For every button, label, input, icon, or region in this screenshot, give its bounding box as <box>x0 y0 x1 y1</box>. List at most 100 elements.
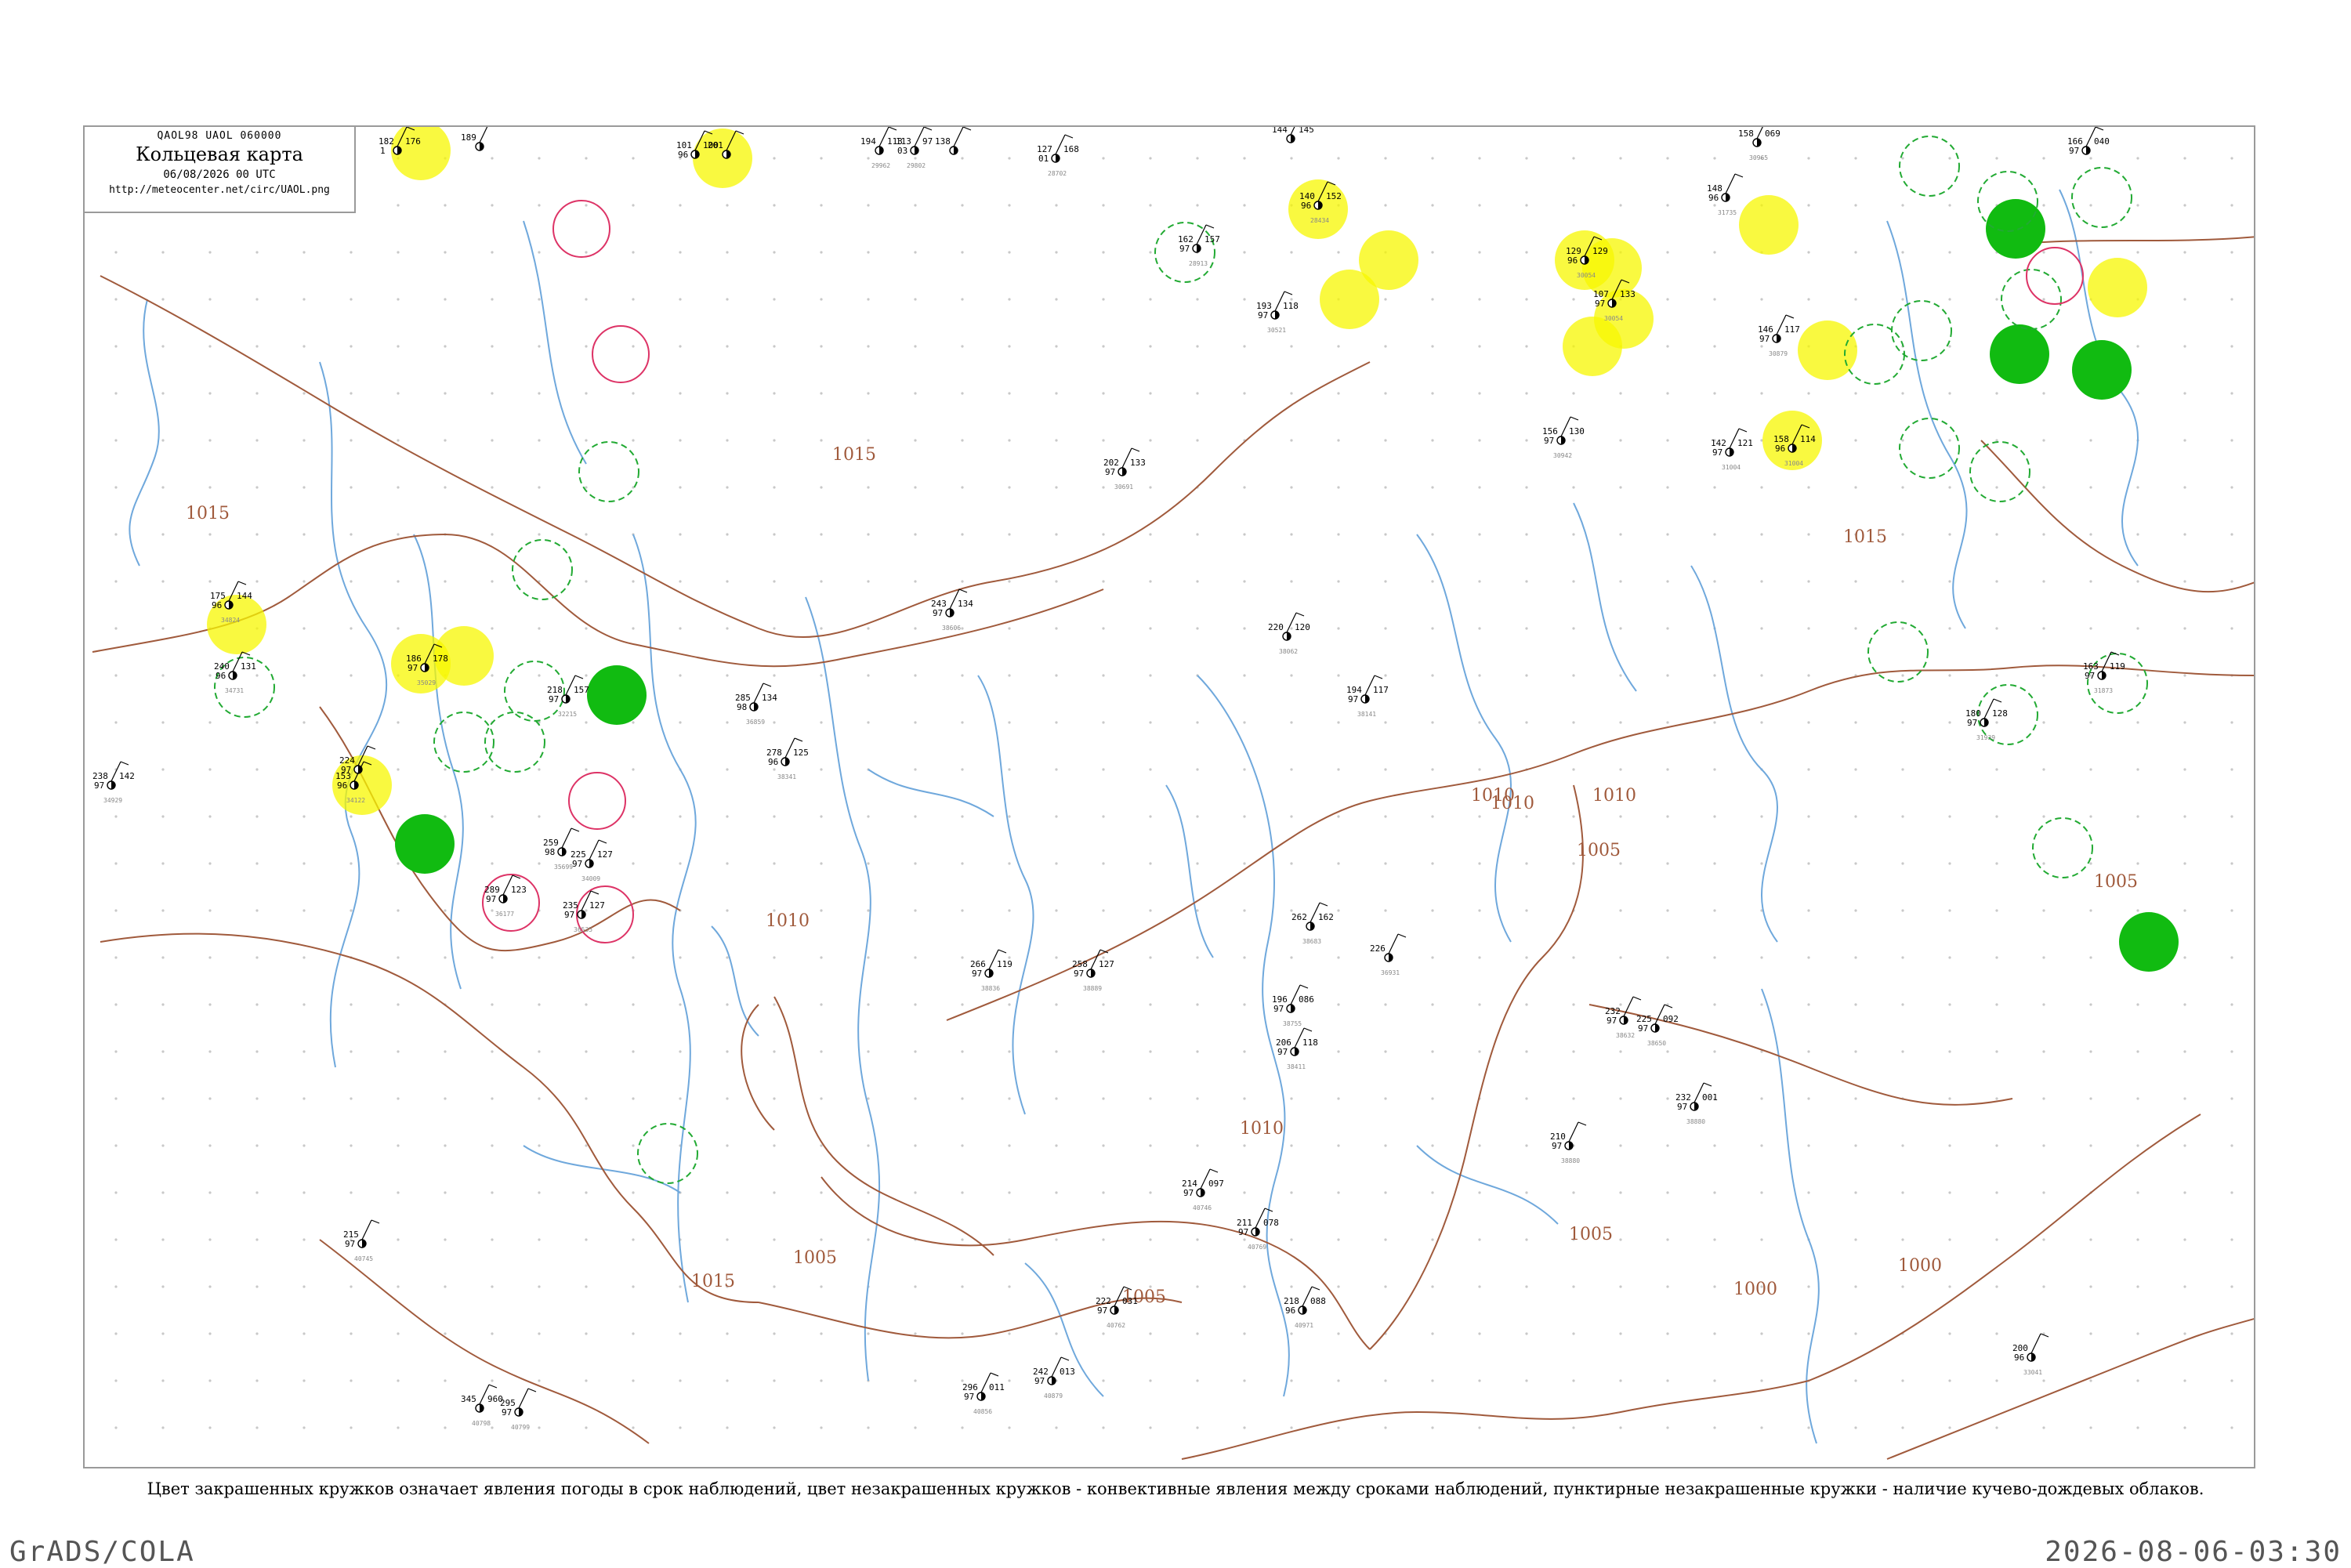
map-title: Кольцевая карта <box>136 143 303 165</box>
station-plot: 144 145 <box>1272 127 1314 143</box>
wind-barb-feather-icon <box>794 737 803 742</box>
station-t: 134 <box>762 693 777 703</box>
station-t: 133 <box>1130 458 1146 468</box>
station-tr: 96 <box>1567 255 1578 266</box>
grid-dots <box>114 157 2233 1429</box>
yellow-marker <box>1798 320 1857 380</box>
station-g: 38836 <box>981 985 1000 992</box>
wind-barb-feather-icon <box>962 127 972 131</box>
station-plot: 1939711830521 <box>1256 291 1299 334</box>
station-tr: 97 <box>1277 1047 1288 1057</box>
station-tr: 97 <box>1595 299 1605 309</box>
station-g: 38650 <box>1647 1040 1666 1047</box>
station-g: 38755 <box>1283 1020 1302 1027</box>
station-g: 30965 <box>1749 154 1768 161</box>
station-g: 30691 <box>1114 483 1133 491</box>
green-ring-marker <box>2001 269 2062 330</box>
station-g: 38889 <box>1083 985 1102 992</box>
isobar-label: 1005 <box>1569 1225 1613 1244</box>
isobar-label: 1000 <box>1898 1256 1942 1276</box>
pink-ring-marker <box>2026 247 2084 305</box>
station-tr: 96 <box>768 757 778 767</box>
station-plot: 2159740745 <box>343 1219 380 1262</box>
station-g: 38880 <box>1686 1118 1705 1125</box>
station-t: 157 <box>1204 234 1220 244</box>
isobar-label: 1015 <box>1843 527 1887 547</box>
wind-barb-feather-icon <box>367 745 376 750</box>
station-t: 119 <box>2110 661 2125 672</box>
station-t: 128 <box>1992 708 2008 719</box>
station-g: 36931 <box>1381 969 1400 976</box>
wind-barb-feather-icon <box>1374 675 1383 679</box>
station-g: 28913 <box>1189 260 1208 267</box>
station-plot: 2389714234929 <box>92 761 135 804</box>
station-plot: 194 11329962 <box>860 127 903 169</box>
station-g: 29962 <box>871 162 890 169</box>
station-tr: 96 <box>678 150 688 160</box>
wind-barb-feather-icon <box>1060 1356 1070 1361</box>
station-tr: 01 <box>1038 154 1049 164</box>
station-tr: 97 <box>1638 1023 1648 1034</box>
isobar-label: 1015 <box>832 445 876 465</box>
station-tr: 97 <box>933 608 943 618</box>
station-g: 34731 <box>225 687 244 694</box>
wind-barb-feather-icon <box>598 839 607 844</box>
green-ring-marker <box>1891 300 1952 361</box>
station-plot: 2009633041 <box>2012 1333 2049 1376</box>
station-t: 133 <box>1620 289 1636 299</box>
station-tr: 97 <box>1544 436 1554 446</box>
station-p: 189 <box>461 132 476 143</box>
station-tr: 97 <box>572 859 582 869</box>
wind-barb-feather-icon <box>1703 1082 1712 1087</box>
yellow-marker <box>2088 258 2147 317</box>
station-plot: 189 <box>461 127 488 151</box>
isobar-label: 1005 <box>2094 872 2138 892</box>
station-g: 38062 <box>1279 648 1298 655</box>
station-tr: 96 <box>1285 1305 1295 1316</box>
map-caption: Цвет закрашенных кружков означает явлени… <box>147 1479 2204 1498</box>
wind-barb-icon <box>479 127 488 143</box>
wind-barb-feather-icon <box>120 761 129 766</box>
wind-barb-icon <box>361 1219 372 1240</box>
isobar-label: 1015 <box>186 504 230 523</box>
station-g: 31735 <box>1718 209 1737 216</box>
wind-barb-feather-icon <box>1299 984 1309 989</box>
station-tr: 96 <box>212 600 222 610</box>
green-ring-marker <box>637 1123 698 1184</box>
station-t: 127 <box>589 900 605 911</box>
station-plot: 1429712131004 <box>1711 428 1753 471</box>
station-tr: 98 <box>737 702 747 712</box>
station-g: 38411 <box>1287 1063 1306 1070</box>
wind-barb-feather-icon <box>1064 134 1074 139</box>
wind-barb-feather-icon <box>1284 291 1293 295</box>
station-tr: 97 <box>94 780 104 791</box>
green-marker <box>2119 912 2179 972</box>
station-plot: 2069711838411 <box>1276 1027 1318 1070</box>
station-tr: 97 <box>1759 334 1770 344</box>
wind-barb-feather-icon <box>237 581 247 585</box>
wind-barb-feather-icon <box>1993 698 2002 703</box>
station-p: 345 <box>461 1394 476 1404</box>
station-tr: 97 <box>345 1239 355 1249</box>
station-t: 97 <box>922 136 933 147</box>
green-marker <box>2072 340 2132 400</box>
green-marker <box>1990 324 2049 384</box>
green-ring-marker <box>2032 817 2093 878</box>
station-t: 130 <box>1569 426 1585 436</box>
station-g: 35029 <box>417 679 436 686</box>
isobar-label: 1010 <box>1592 786 1636 806</box>
station-tr: 96 <box>1775 444 1785 454</box>
station-plot: 113039729802 <box>896 127 933 169</box>
wind-barb-feather-icon <box>1734 173 1744 178</box>
station-plot: 1949711738141 <box>1346 675 1389 718</box>
station-t: 152 <box>1326 191 1342 201</box>
station-g: 35699 <box>554 864 573 871</box>
wind-barb-feather-icon <box>998 949 1007 954</box>
green-ring-marker <box>1969 441 2030 502</box>
map-title-box: QAOL98 UAOL 060000 Кольцевая карта 06/08… <box>83 125 356 213</box>
wind-barb-feather-icon <box>590 890 600 895</box>
station-t: 118 <box>1302 1037 1318 1048</box>
wind-barb-feather-icon <box>1578 1121 1587 1126</box>
station-g: 31873 <box>2094 687 2113 694</box>
pink-ring-marker <box>568 772 626 830</box>
